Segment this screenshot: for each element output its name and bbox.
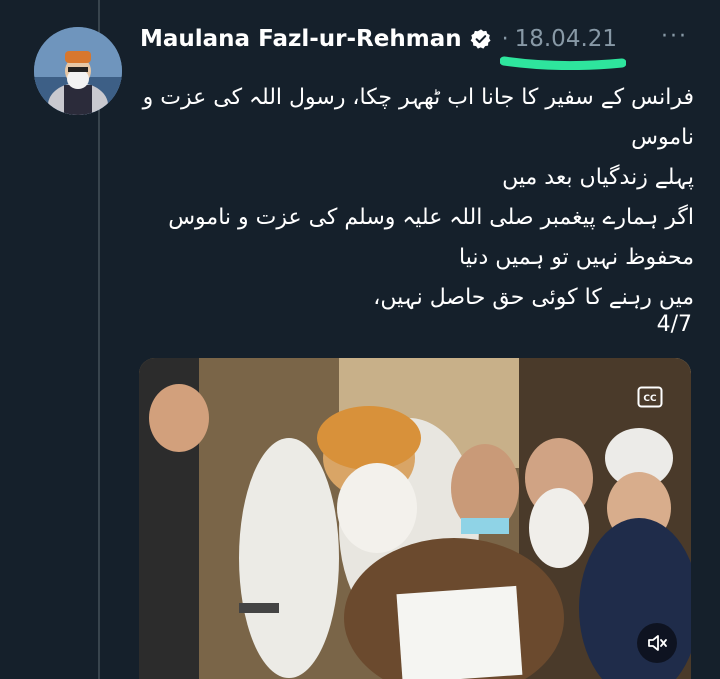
author-name[interactable]: Maulana Fazl-ur-Rehman xyxy=(140,26,462,52)
verified-icon xyxy=(470,29,491,49)
tweet-header: Maulana Fazl-ur-Rehman · 18.04.21 ··· xyxy=(140,22,700,56)
video-frame xyxy=(139,358,691,679)
tweet-video[interactable]: CC xyxy=(139,358,691,679)
avatar-image xyxy=(34,27,122,115)
tweet-body-line: پہلے زندگیاں بعد میں xyxy=(502,165,694,190)
date-highlight-underline xyxy=(500,56,626,70)
avatar[interactable] xyxy=(34,27,122,115)
mute-button[interactable] xyxy=(637,623,677,663)
thread-counter: 4/7 xyxy=(656,312,692,337)
cc-icon[interactable]: CC xyxy=(637,386,663,408)
more-icon[interactable]: ··· xyxy=(661,24,688,49)
tweet-body-line: اگر ہمارے پیغمبر صلی اللہ علیہ وسلم کی ع… xyxy=(168,205,694,270)
cc-label: CC xyxy=(643,394,657,404)
tweet-body: فرانس کے سفیر کا جانا اب ٹھہر چکا، رسول … xyxy=(140,78,694,318)
tweet-body-line: میں رہنے کا کوئی حق حاصل نہیں، xyxy=(373,285,694,310)
header-separator: · xyxy=(501,26,509,52)
mute-icon xyxy=(648,635,667,651)
tweet-body-line: فرانس کے سفیر کا جانا اب ٹھہر چکا، رسول … xyxy=(142,85,694,150)
tweet-date[interactable]: 18.04.21 xyxy=(515,26,617,52)
